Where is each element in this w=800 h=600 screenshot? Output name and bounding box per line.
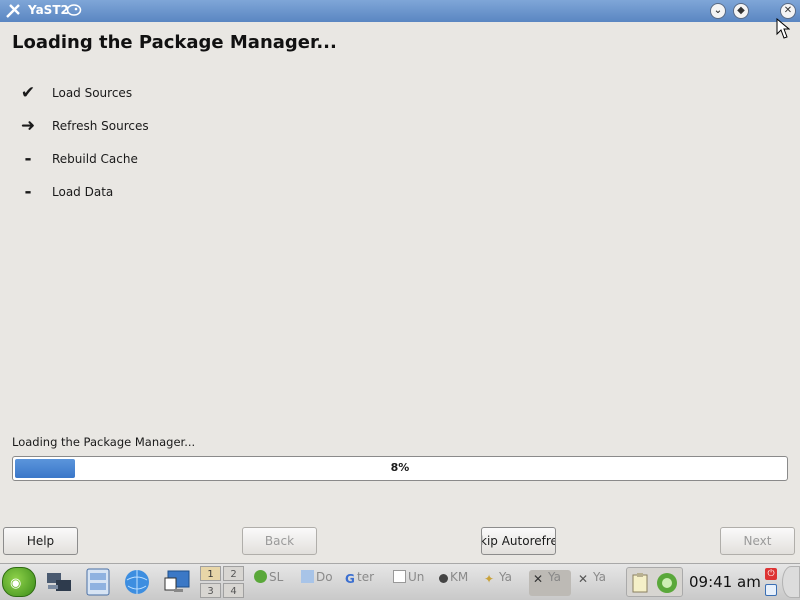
kickoff-menu-button[interactable]: ◉ — [2, 567, 36, 597]
pager-desktop-2[interactable]: 2 — [223, 566, 244, 581]
text-file-icon — [393, 570, 406, 583]
web-browser-icon[interactable] — [122, 568, 152, 596]
gecko-logo-icon: ◉ — [10, 576, 22, 591]
panel-toolbox[interactable] — [782, 566, 800, 598]
close-button[interactable]: ✕ — [780, 3, 796, 19]
suse-icon — [254, 570, 267, 583]
task-button[interactable]: KM — [439, 570, 475, 596]
progress-label: Loading the Package Manager... — [12, 435, 196, 449]
step-rebuild-cache: - Rebuild Cache — [0, 149, 400, 169]
clipboard-icon[interactable] — [630, 572, 652, 594]
pager-desktop-1[interactable]: 1 — [200, 566, 221, 581]
arrow-right-icon: ➜ — [20, 116, 36, 136]
step-load-data: - Load Data — [0, 182, 400, 202]
next-button[interactable]: Next — [720, 527, 795, 555]
yast-app-icon — [6, 4, 20, 18]
taskbar: ◉ 1 2 3 4 SL Do Gter Un KM ✦ Ya ✕ Ya ✕ Ya — [0, 563, 800, 600]
back-button[interactable]: Back — [242, 527, 317, 555]
mouse-cursor-icon — [776, 18, 790, 39]
task-button[interactable]: ✦ Ya — [484, 570, 520, 596]
minimize-button[interactable]: ⌄ — [710, 3, 726, 19]
system-tray — [626, 567, 683, 597]
step-label: Rebuild Cache — [52, 152, 138, 166]
yast-icon: ✕ — [578, 572, 589, 586]
file-manager-icon[interactable] — [83, 568, 113, 596]
show-desktop-icon[interactable] — [162, 568, 192, 596]
pager-desktop-4[interactable]: 4 — [223, 583, 244, 598]
step-label: Refresh Sources — [52, 119, 149, 133]
task-button[interactable]: Un — [393, 570, 429, 596]
yast-icon: ✕ — [533, 572, 544, 586]
task-button[interactable]: Gter — [345, 570, 381, 596]
step-label: Load Data — [52, 185, 114, 199]
software-updater-icon[interactable] — [656, 572, 678, 594]
diamond-icon: ◆ — [737, 5, 745, 16]
wand-icon: ✦ — [484, 572, 495, 586]
step-label: Load Sources — [52, 86, 133, 100]
kmix-icon — [439, 574, 448, 583]
step-refresh-sources: ➜ Refresh Sources — [0, 116, 400, 136]
task-button[interactable]: Do — [301, 570, 337, 596]
task-button[interactable]: SL — [254, 570, 290, 596]
page-title: Loading the Package Manager... — [12, 32, 337, 53]
close-icon: ✕ — [783, 5, 793, 16]
google-icon: G — [345, 572, 355, 586]
checkmark-icon: ✔ — [20, 83, 36, 103]
window-title: YaST2 — [28, 3, 69, 17]
progress-percent: 8% — [390, 461, 410, 474]
pager-desktop-3[interactable]: 3 — [200, 583, 221, 598]
clock[interactable]: 09:41 am — [689, 573, 761, 591]
task-button[interactable]: ✕ Ya — [578, 570, 614, 596]
skip-autorefresh-button[interactable]: kip Autorefres — [481, 527, 556, 555]
progress-bar: 8% — [12, 456, 788, 481]
help-button[interactable]: Help — [3, 527, 78, 555]
lock-icon[interactable] — [765, 584, 777, 596]
pending-dash-icon: - — [24, 149, 32, 169]
power-icon[interactable]: ⏻ — [765, 568, 777, 580]
maximize-button[interactable]: ◆ — [733, 3, 749, 19]
task-button-active[interactable]: ✕ Ya — [529, 570, 571, 596]
chevron-down-icon: ⌄ — [713, 5, 723, 16]
pending-dash-icon: - — [24, 182, 32, 202]
step-load-sources: ✔ Load Sources — [0, 83, 400, 103]
gecko-icon — [66, 4, 82, 16]
document-icon — [301, 570, 314, 583]
window-titlebar[interactable]: YaST2 ⌄ ◆ ✕ — [0, 0, 800, 22]
network-computers-icon[interactable] — [44, 568, 74, 596]
